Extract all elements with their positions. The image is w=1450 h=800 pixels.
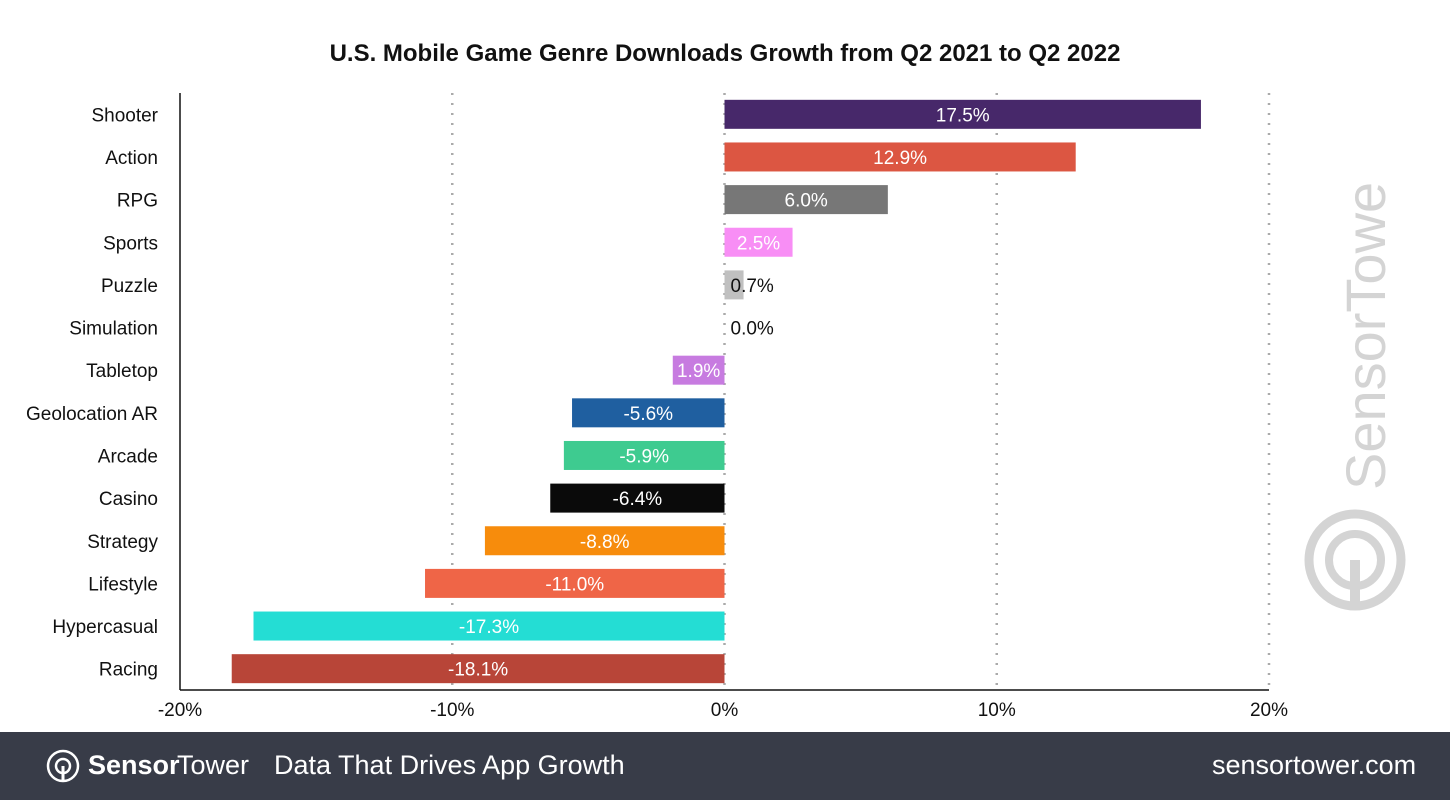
watermark-text: SensorTower — [1334, 180, 1397, 490]
category-label: Simulation — [69, 319, 158, 340]
category-label: Arcade — [98, 446, 158, 467]
category-label: Shooter — [91, 105, 158, 126]
footer-brand-light: Tower — [177, 750, 250, 780]
data-label: 0.7% — [731, 276, 774, 297]
data-label: 1.9% — [677, 361, 720, 382]
data-label: -8.8% — [580, 532, 630, 553]
footer-tagline: Data That Drives App Growth — [274, 750, 625, 780]
x-tick-label: 0% — [711, 700, 739, 721]
watermark: SensorTower — [1304, 180, 1406, 611]
category-label: RPG — [117, 191, 158, 212]
footer-brand-bold: Sensor — [88, 750, 180, 780]
data-label: 0.0% — [731, 319, 774, 340]
category-label: Action — [105, 148, 158, 169]
sensortower-logo-icon — [1304, 509, 1406, 611]
x-tick-label: 10% — [978, 700, 1016, 721]
bar-chart: -20% -10% 0% 10% 20% Shooter 17.5% Action 12.9% R… — [26, 93, 1288, 721]
data-label: -5.9% — [619, 446, 669, 467]
data-label: 2.5% — [737, 233, 780, 254]
footer: Sensor Tower Data That Drives App Growth… — [0, 732, 1450, 800]
category-label: Racing — [99, 660, 158, 681]
x-tick-label: 20% — [1250, 700, 1288, 721]
data-label: -18.1% — [448, 660, 508, 681]
x-tick-label: -10% — [430, 700, 474, 721]
category-label: Strategy — [87, 532, 158, 553]
category-label: Puzzle — [101, 276, 158, 297]
data-label: -5.6% — [623, 404, 673, 425]
data-label: 12.9% — [873, 148, 927, 169]
data-label: -11.0% — [545, 574, 604, 595]
x-tick-label: -20% — [158, 700, 202, 721]
category-label: Geolocation AR — [26, 404, 158, 425]
data-label: -17.3% — [459, 617, 519, 638]
data-label: 6.0% — [785, 191, 828, 212]
category-label: Sports — [103, 233, 158, 254]
category-label: Hypercasual — [52, 617, 158, 638]
sensortower-logo-icon — [46, 749, 80, 783]
footer-url[interactable]: sensortower.com — [1212, 750, 1416, 781]
data-label: 17.5% — [936, 105, 990, 126]
category-label: Tabletop — [86, 361, 158, 382]
category-label: Casino — [99, 489, 158, 510]
data-label: -6.4% — [613, 489, 663, 510]
category-label: Lifestyle — [88, 574, 158, 595]
